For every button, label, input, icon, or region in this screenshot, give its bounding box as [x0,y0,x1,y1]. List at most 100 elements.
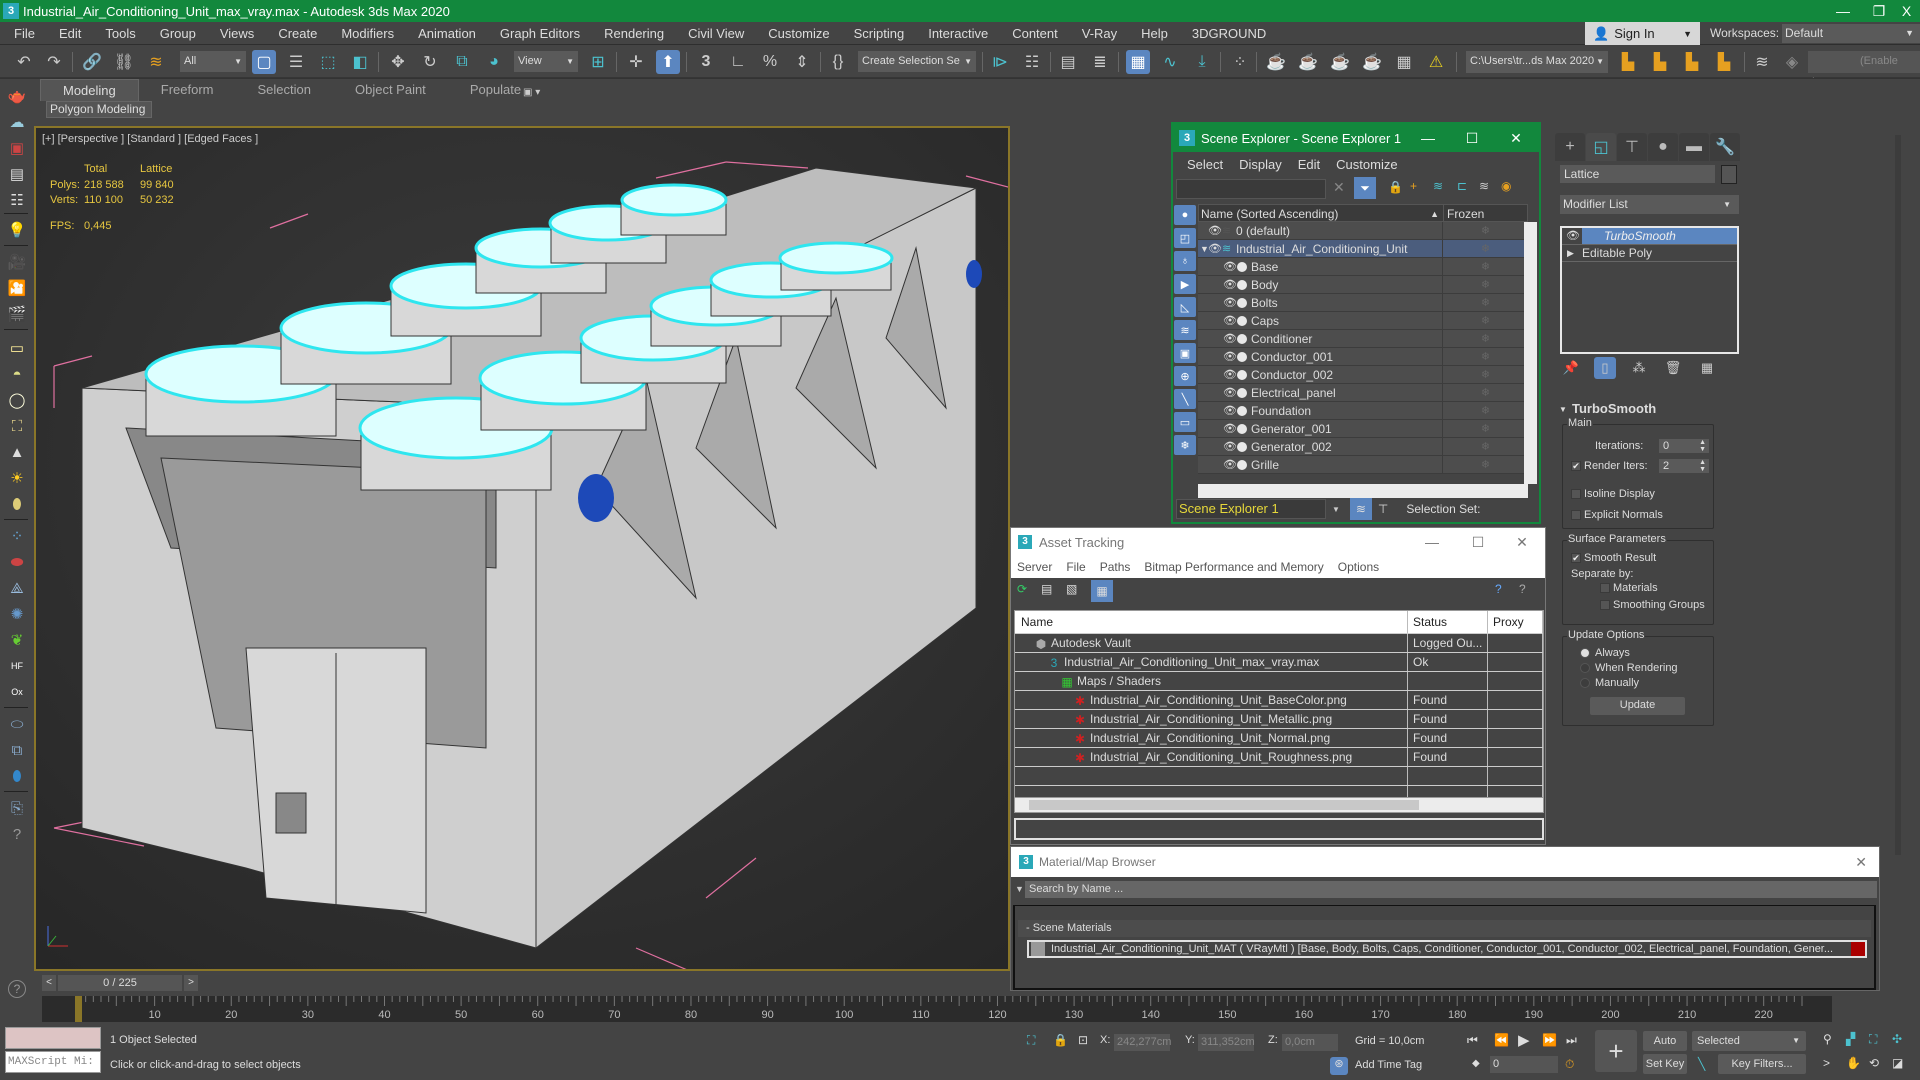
rect-light-icon[interactable]: ▭ [4,337,30,359]
ribbon-tab-modeling[interactable]: Modeling [40,79,139,101]
layer-manager-icon[interactable]: ≋ [1750,50,1774,74]
spinner-snap-icon[interactable]: ⇕ [790,50,814,74]
eye-icon[interactable]: 👁 [1208,222,1222,240]
menu-customize[interactable]: Customize [756,26,841,41]
isoline-display-checkbox[interactable] [1571,489,1581,499]
project-create-icon[interactable]: ▙ [1712,50,1736,74]
scene-materials-section[interactable]: - Scene Materials [1018,920,1871,937]
menu-civil-view[interactable]: Civil View [676,26,756,41]
bones-filter-icon[interactable]: ╲ [1174,389,1196,409]
scene-explorer-row[interactable]: 👁 Generator_002 ❄ [1198,437,1528,456]
reference-coord-dropdown[interactable]: View ▼ [514,51,578,72]
menu-tools[interactable]: Tools [93,26,147,41]
eye-icon[interactable]: 👁 [1223,366,1237,384]
time-configuration-icon[interactable]: ⏱ [1565,1057,1574,1072]
command-panel-scrollbar[interactable] [1895,135,1901,855]
maxscript-mini-listener[interactable]: MAXScript Mi: [5,1051,101,1073]
clear-search-icon[interactable]: ✕ [1333,179,1345,196]
time-slider[interactable]: < 0 / 225 > [42,975,202,991]
next-key-icon[interactable]: ⏩ [1542,1033,1557,1047]
frozen-icon[interactable]: ❄ [1443,332,1528,345]
isolate-selection-icon[interactable]: ⛶ [1027,1033,1035,1048]
explorer-name-dropdown[interactable]: Scene Explorer 1 [1176,499,1326,519]
menu-graph-editors[interactable]: Graph Editors [488,26,592,41]
pan-view-icon[interactable]: ✋ [1846,1056,1861,1070]
close-button[interactable]: ✕ [1855,854,1867,871]
redo-icon[interactable]: ↷ [42,50,66,74]
eye-icon[interactable]: 👁 [1223,456,1237,474]
zoom-extents-icon[interactable]: ⛶ [1869,1032,1877,1047]
asset-row[interactable]: ⬢ Autodesk Vault Logged Ou... [1015,633,1543,652]
at-menu-file[interactable]: File [1059,560,1092,574]
motion-tab-icon[interactable]: ● [1648,133,1678,161]
menu-group[interactable]: Group [148,26,208,41]
set-key-button[interactable]: Set Key [1643,1054,1687,1074]
minimize-button[interactable]: — [1409,528,1455,556]
vray-proxy-icon[interactable]: ⁘ [4,525,30,547]
settings-panel-icon[interactable]: ☷ [4,189,30,211]
frozen-icon[interactable]: ❄ [1443,314,1528,327]
frozen-icon[interactable]: ❄ [1443,350,1528,363]
zoom-icon[interactable]: ⚲ [1823,1032,1832,1046]
current-frame-field[interactable]: 0 [1490,1056,1558,1073]
rectangular-selection-icon[interactable]: ⬚ [316,50,340,74]
material-list-item[interactable]: Industrial_Air_Conditioning_Unit_MAT ( V… [1027,940,1867,958]
sign-in-button[interactable]: 👤 Sign In ▼ [1585,22,1700,45]
list-panel-icon[interactable]: ▤ [4,163,30,185]
eye-icon[interactable]: 👁 [1223,348,1237,366]
helpers-filter-icon[interactable]: ◺ [1174,297,1196,317]
mesh-light-icon[interactable]: ⛶ [4,415,30,437]
material-slots-icon[interactable]: ⧉ [4,739,30,761]
key-tangent-icon[interactable]: ╲ [1698,1057,1705,1071]
frozen-icon[interactable]: ❄ [1443,440,1528,453]
absolute-mode-icon[interactable]: ⊡ [1078,1033,1088,1047]
scene-explorer-row[interactable]: 👁 Foundation ❄ [1198,401,1528,420]
expand-triangle-icon[interactable]: ▶ [1567,245,1574,262]
add-time-tag-button[interactable]: Add Time Tag [1355,1059,1422,1071]
ribbon-tab-object-paint[interactable]: Object Paint [333,79,448,101]
smooth-result-checkbox[interactable]: ✔ [1571,553,1581,563]
window-crossing-icon[interactable]: ◧ [348,50,372,74]
frozen-icon[interactable]: ❄ [1443,458,1528,471]
viewport-label[interactable]: [+] [Perspective ] [Standard ] [Edged Fa… [42,133,258,145]
ornatrix-icon[interactable]: Ox [4,681,30,703]
layer-stack-icon[interactable]: ◈ [1780,50,1804,74]
zoom-extents-all-icon[interactable]: ✣ [1892,1032,1902,1046]
update-always-radio[interactable] [1580,648,1590,658]
camera-icon[interactable]: 🎥 [4,251,30,273]
spinner-arrows-icon[interactable]: ▲ ▼ [1699,459,1706,473]
scene-explorer-row[interactable]: 👁 Generator_001 ❄ [1198,419,1528,438]
angle-snap-icon[interactable]: ∟ [726,50,750,74]
menu-interactive[interactable]: Interactive [916,26,1000,41]
update-button[interactable]: Update [1590,697,1685,715]
hierarchy-icon[interactable]: ⊏ [1457,179,1467,193]
close-button[interactable]: ✕ [1493,124,1539,152]
undo-icon[interactable]: ↶ [12,50,36,74]
shapes-filter-icon[interactable]: ◰ [1174,228,1196,248]
rotate-icon[interactable]: ↻ [418,50,442,74]
selection-filter-dropdown[interactable]: All ▼ [180,51,246,72]
close-button[interactable]: ✕ [1499,528,1545,556]
frozen-icon[interactable]: ❄ [1443,404,1528,417]
create-tab-icon[interactable]: + [1555,133,1585,161]
modifier-list-dropdown[interactable]: Modifier List ▼ [1560,195,1739,214]
selection-lock-icon[interactable]: 🔒 [1053,1033,1068,1047]
scene-explorer-row[interactable]: 👁 Electrical_panel ❄ [1198,383,1528,402]
mirror-icon[interactable]: ⧐ [988,50,1012,74]
vray-fur-icon[interactable]: ✺ [4,603,30,625]
explicit-normals-checkbox[interactable] [1571,510,1581,520]
scene-explorer-row[interactable]: 👁 Bolts ❄ [1198,293,1528,312]
cameras-filter-icon[interactable]: ▶ [1174,274,1196,294]
column-frozen-header[interactable]: Frozen [1444,205,1484,221]
at-menu-options[interactable]: Options [1331,560,1386,574]
scene-explorer-row[interactable]: 👁 ≋ 0 (default) ❄ [1198,221,1528,240]
object-color-swatch[interactable] [1721,165,1737,184]
menu-content[interactable]: Content [1000,26,1070,41]
containers-filter-icon[interactable]: ▭ [1174,412,1196,432]
se-menu-display[interactable]: Display [1231,157,1290,172]
eye-icon[interactable]: 👁 [1223,312,1237,330]
column-name-header[interactable]: Name [1015,611,1408,633]
pivot-center-icon[interactable]: ⊞ [586,50,610,74]
se-menu-customize[interactable]: Customize [1328,157,1405,172]
render-shortcuts-icon[interactable]: ▦ [1392,50,1416,74]
